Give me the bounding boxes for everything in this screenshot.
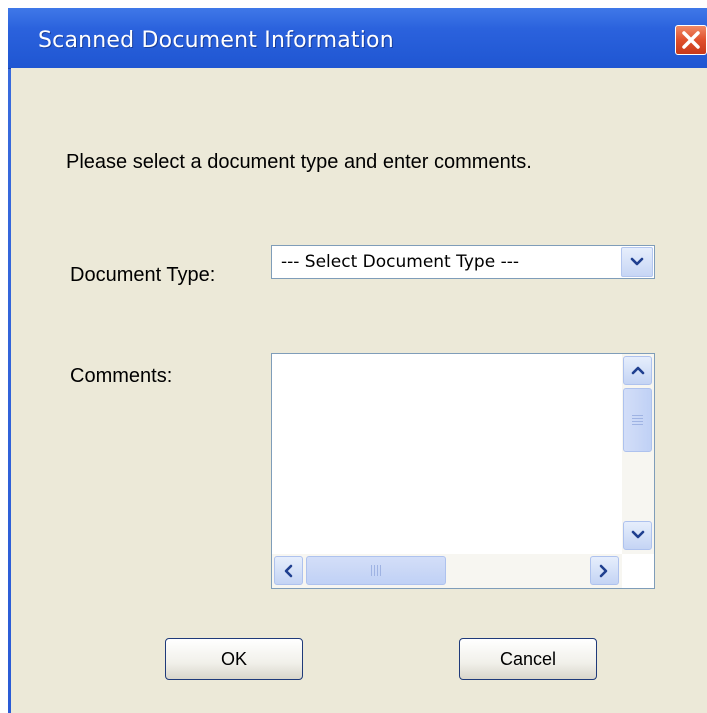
vertical-scrollbar[interactable] <box>622 354 654 554</box>
comments-label: Comments: <box>70 365 173 387</box>
scroll-right-button[interactable] <box>590 556 619 585</box>
ok-button[interactable]: OK <box>165 638 303 680</box>
document-type-select[interactable]: --- Select Document Type --- <box>271 245 655 279</box>
document-type-dropdown-button[interactable] <box>621 247 653 277</box>
scrollbar-corner <box>622 554 654 588</box>
dialog-window: Scanned Document Information Please sele… <box>8 8 707 713</box>
chevron-right-icon <box>599 564 608 578</box>
comments-box <box>271 353 655 589</box>
title-bar[interactable]: Scanned Document Information <box>8 8 707 69</box>
comments-textarea[interactable] <box>272 354 622 554</box>
chevron-down-icon <box>631 530 645 539</box>
grip-icon <box>632 415 643 425</box>
dialog-body: Please select a document type and enter … <box>11 68 707 713</box>
close-button[interactable] <box>675 25 707 55</box>
document-type-label: Document Type: <box>70 264 216 286</box>
document-type-selected-value: --- Select Document Type --- <box>281 252 519 272</box>
scroll-up-button[interactable] <box>623 356 652 385</box>
chevron-down-icon <box>630 257 644 266</box>
window-title: Scanned Document Information <box>38 28 394 53</box>
cancel-button[interactable]: Cancel <box>459 638 597 680</box>
close-icon <box>682 31 700 49</box>
instructions-text: Please select a document type and enter … <box>66 151 532 173</box>
grip-icon <box>371 565 383 576</box>
vertical-scroll-thumb[interactable] <box>623 388 652 452</box>
chevron-left-icon <box>284 564 293 578</box>
scroll-down-button[interactable] <box>623 521 652 550</box>
scroll-left-button[interactable] <box>274 556 303 585</box>
horizontal-scroll-thumb[interactable] <box>306 556 446 585</box>
horizontal-scrollbar[interactable] <box>272 554 622 588</box>
chevron-up-icon <box>631 366 645 375</box>
